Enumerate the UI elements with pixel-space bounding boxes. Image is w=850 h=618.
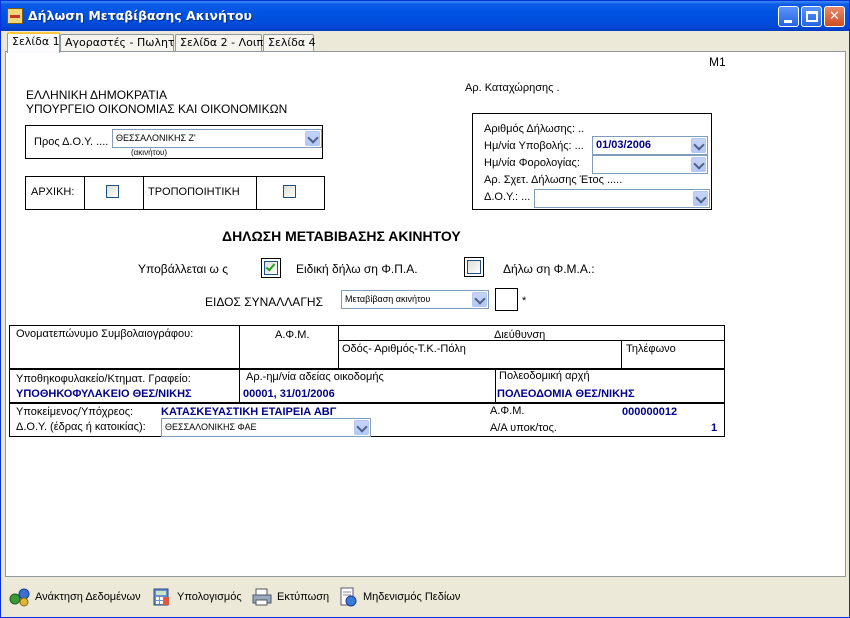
fma-label: Δήλω ση Φ.Μ.Α.: [503, 262, 595, 276]
calculate-label: Υπολογισμός [177, 591, 242, 603]
close-button[interactable]: ✕ [824, 6, 845, 27]
minimize-button[interactable] [778, 6, 799, 27]
divider [621, 340, 622, 369]
vat-label: Ειδική δήλω ση Φ.Π.Α. [296, 262, 418, 276]
obligor-aa-value: 1 [711, 422, 718, 434]
doy-select[interactable]: ΘΕΣΣΑΛΟΝΙΚΗΣ Ζ' [112, 129, 322, 148]
maximize-button[interactable] [801, 6, 822, 27]
submitted-as-label: Υποβάλλεται ω ς [138, 262, 228, 276]
registry-office-value: ΥΠΟΘΗΚΟΦΥΛΑΚΕΙΟ ΘΕΣ/ΝΙΚΗΣ [16, 388, 192, 400]
retrieve-data-button[interactable]: Ανάκτηση Δεδομένων [9, 585, 149, 609]
print-button[interactable]: Εκτύπωση [251, 585, 331, 609]
notary-name-label: Ονοματεπώνυμο Συμβολαιογράφου: [16, 328, 194, 340]
divider [143, 176, 144, 210]
divider [256, 176, 257, 210]
notary-phone-label: Τηλέφωνο [626, 343, 676, 355]
divider [495, 369, 496, 403]
tab-page-2-other[interactable]: Σελίδα 2 - Λοιπά [175, 34, 270, 52]
tab-page-4[interactable]: Σελίδα 4 [263, 34, 316, 52]
divider [84, 176, 85, 210]
fma-checkbox[interactable] [464, 257, 484, 277]
tab-buyers-sellers[interactable]: Αγοραστές - Πωλητές [60, 34, 187, 52]
transaction-code-box[interactable] [495, 288, 518, 311]
tab-strip: Σελίδα 1 Αγοραστές - Πωλητές Σελίδα 2 - … [5, 32, 847, 53]
transaction-label: ΕΙΔΟΣ ΣΥΝΑΛΛΑΓΗΣ [205, 295, 324, 309]
bottom-toolbar: Ανάκτηση Δεδομένων Υπολογισμός Εκτύπωση [5, 583, 847, 611]
retrieve-data-icon [9, 588, 30, 607]
doy-sublabel: (ακινήτου) [131, 148, 168, 157]
doy-label: Προς Δ.Ο.Υ. .... [34, 136, 109, 148]
clear-fields-button[interactable]: Μηδενισμός Πεδίων [337, 585, 467, 609]
doy-select-value: ΘΕΣΣΑΛΟΝΙΚΗΣ Ζ' [116, 133, 196, 143]
retrieve-data-label: Ανάκτηση Δεδομένων [35, 591, 141, 603]
obligor-label: Υποκείμενος/Υπόχρεος: [16, 406, 134, 418]
obligor-afm-label: Α.Φ.Μ. [490, 405, 525, 417]
obligor-aa-label: Α/Α υποκ/τος. [490, 422, 557, 434]
form-code: M1 [709, 55, 726, 69]
planning-value: ΠΟΛΕΟΔΟΜΙΑ ΘΕΣ/ΝΙΚΗΣ [497, 388, 635, 400]
close-icon: ✕ [829, 9, 840, 24]
chevron-down-icon[interactable] [354, 420, 369, 435]
notary-address-label: Διεύθυνση [494, 329, 546, 341]
clear-fields-label: Μηδενισμός Πεδίων [363, 591, 461, 603]
title-bar[interactable]: Δήλωση Μεταβίβασης Ακινήτου ✕ [1, 1, 849, 31]
details-doy-select[interactable] [534, 189, 710, 208]
print-label: Εκτύπωση [277, 591, 330, 603]
form-panel: M1 ΕΛΛΗΝΙΚΗ ΔΗΜΟΚΡΑΤΙΑ ΥΠΟΥΡΓΕΙΟ ΟΙΚΟΝΟΜ… [5, 51, 846, 577]
submit-date-value: 01/03/2006 [596, 139, 652, 151]
maximize-icon [806, 11, 818, 22]
chevron-down-icon[interactable] [693, 191, 708, 206]
main-window: Δήλωση Μεταβίβασης Ακινήτου ✕ Σελίδα 1 Α… [0, 0, 850, 618]
initial-checkbox[interactable] [106, 185, 119, 198]
registration-no-label: Αρ. Καταχώρησης . [465, 82, 560, 94]
registry-office-label: Υποθηκοφυλακείο/Κτηματ. Γραφείο: [16, 373, 191, 385]
tax-date-label: Ημ/νία Φορολογίας: [484, 157, 580, 169]
app-icon [7, 8, 23, 24]
chevron-down-icon[interactable] [472, 292, 487, 307]
calculate-icon [153, 588, 169, 606]
amended-checkbox[interactable] [283, 185, 296, 198]
submit-date-picker[interactable]: 01/03/2006 [592, 136, 708, 155]
divider [338, 325, 339, 369]
obligor-afm-value: 000000012 [622, 406, 678, 418]
transaction-select-value: Μεταβίβαση ακινήτου [345, 294, 431, 304]
submit-date-label: Ημ/νία Υποβολής: ... [484, 140, 584, 152]
tab-page-1[interactable]: Σελίδα 1 [7, 32, 60, 53]
tax-date-picker[interactable] [592, 155, 708, 174]
transaction-select[interactable]: Μεταβίβαση ακινήτου [341, 290, 489, 309]
decl-no-label: Αριθμός Δήλωσης: .. [484, 123, 585, 135]
required-star: * [522, 295, 527, 307]
clear-fields-icon [340, 587, 357, 607]
details-doy-label: Δ.Ο.Υ.: ... [484, 191, 531, 203]
permit-label: Αρ.-ημ/νία αδείας οικοδομής [246, 371, 384, 383]
permit-value: 00001, 31/01/2006 [243, 388, 335, 400]
ministry-heading: ΥΠΟΥΡΓΕΙΟ ΟΙΚΟΝΟΜΙΑΣ ΚΑΙ ΟΙΚΟΝΟΜΙΚΩΝ [26, 102, 288, 116]
chevron-down-icon[interactable] [691, 138, 706, 153]
divider [239, 369, 240, 403]
window-title: Δήλωση Μεταβίβασης Ακινήτου [28, 8, 252, 23]
chevron-down-icon[interactable] [305, 131, 320, 146]
notary-street-label: Οδός- Αριθμός-Τ.Κ.-Πόλη [342, 343, 466, 355]
obligor-doy-value: ΘΕΣΣΑΛΟΝΙΚΗΣ ΦΑΕ [165, 422, 257, 432]
minimize-icon [784, 20, 792, 23]
calculate-button[interactable]: Υπολογισμός [151, 585, 247, 609]
initial-label: ΑΡΧΙΚΗ: [31, 186, 75, 198]
divider [239, 325, 240, 369]
check-icon [265, 261, 276, 272]
amended-label: ΤΡΟΠΟΠΟΙΗΤΙΚΗ [148, 186, 240, 198]
obligor-doy-select[interactable]: ΘΕΣΣΑΛΟΝΙΚΗΣ ΦΑΕ [161, 418, 371, 437]
obligor-doy-label: Δ.Ο.Υ. (έδρας ή κατοικίας): [16, 421, 146, 433]
country-heading: ΕΛΛΗΝΙΚΗ ΔΗΜΟΚΡΑΤΙΑ [26, 88, 167, 102]
related-decl-label: Αρ. Σχετ. Δήλωσης Έτος ..... [484, 174, 623, 186]
chevron-down-icon[interactable] [691, 157, 706, 172]
obligor-value: ΚΑΤΑΣΚΕΥΑΣΤΙΚΗ ΕΤΑΙΡΕΙΑ ΑΒΓ [161, 406, 337, 418]
notary-afm-label: Α.Φ.Μ. [275, 329, 310, 341]
print-icon [252, 588, 272, 606]
vat-checkbox[interactable] [261, 258, 281, 278]
main-title: ΔΗΛΩΣΗ ΜΕΤΑΒΙΒΑΣΗΣ ΑΚΙΝΗΤΟΥ [222, 228, 461, 244]
planning-label: Πολεοδομική αρχή [499, 370, 590, 382]
